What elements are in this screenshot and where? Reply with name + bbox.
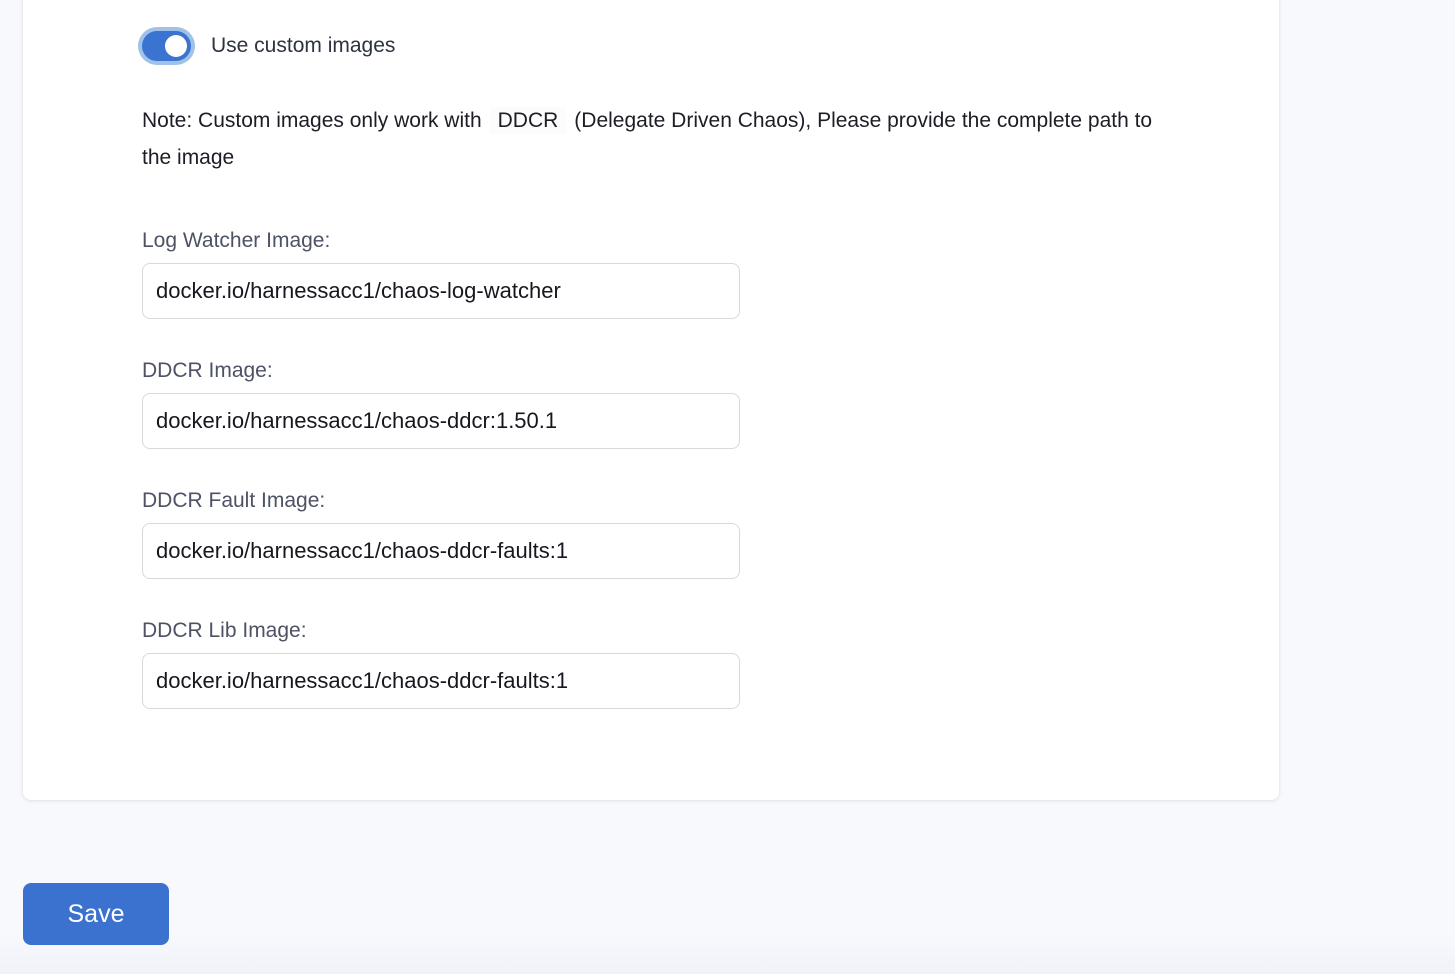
save-button[interactable]: Save [23, 883, 169, 945]
ddcr-lib-image-field: DDCR Lib Image: [142, 618, 740, 709]
ddcr-image-input[interactable] [142, 393, 740, 449]
custom-images-settings-card: Use custom images Note: Custom images on… [23, 0, 1279, 800]
page-background: { "colors": { "page_background": "#f7f9f… [0, 0, 1455, 974]
toggle-knob [165, 35, 187, 57]
use-custom-images-label: Use custom images [211, 34, 395, 58]
use-custom-images-toggle[interactable] [138, 27, 195, 65]
ddcr-code-chip: DDCR [490, 107, 567, 134]
ddcr-lib-image-input[interactable] [142, 653, 740, 709]
ddcr-image-field: DDCR Image: [142, 358, 740, 449]
custom-images-note: Note: Custom images only work withDDCR(D… [142, 102, 1182, 176]
log-watcher-image-field: Log Watcher Image: [142, 228, 740, 319]
ddcr-fault-image-field: DDCR Fault Image: [142, 488, 740, 579]
use-custom-images-row: Use custom images [138, 27, 395, 65]
ddcr-image-label: DDCR Image: [142, 358, 740, 384]
ddcr-fault-image-input[interactable] [142, 523, 740, 579]
log-watcher-image-input[interactable] [142, 263, 740, 319]
ddcr-fault-image-label: DDCR Fault Image: [142, 488, 740, 514]
log-watcher-image-label: Log Watcher Image: [142, 228, 740, 254]
note-prefix: Note: Custom images only work with [142, 109, 482, 132]
ddcr-lib-image-label: DDCR Lib Image: [142, 618, 740, 644]
